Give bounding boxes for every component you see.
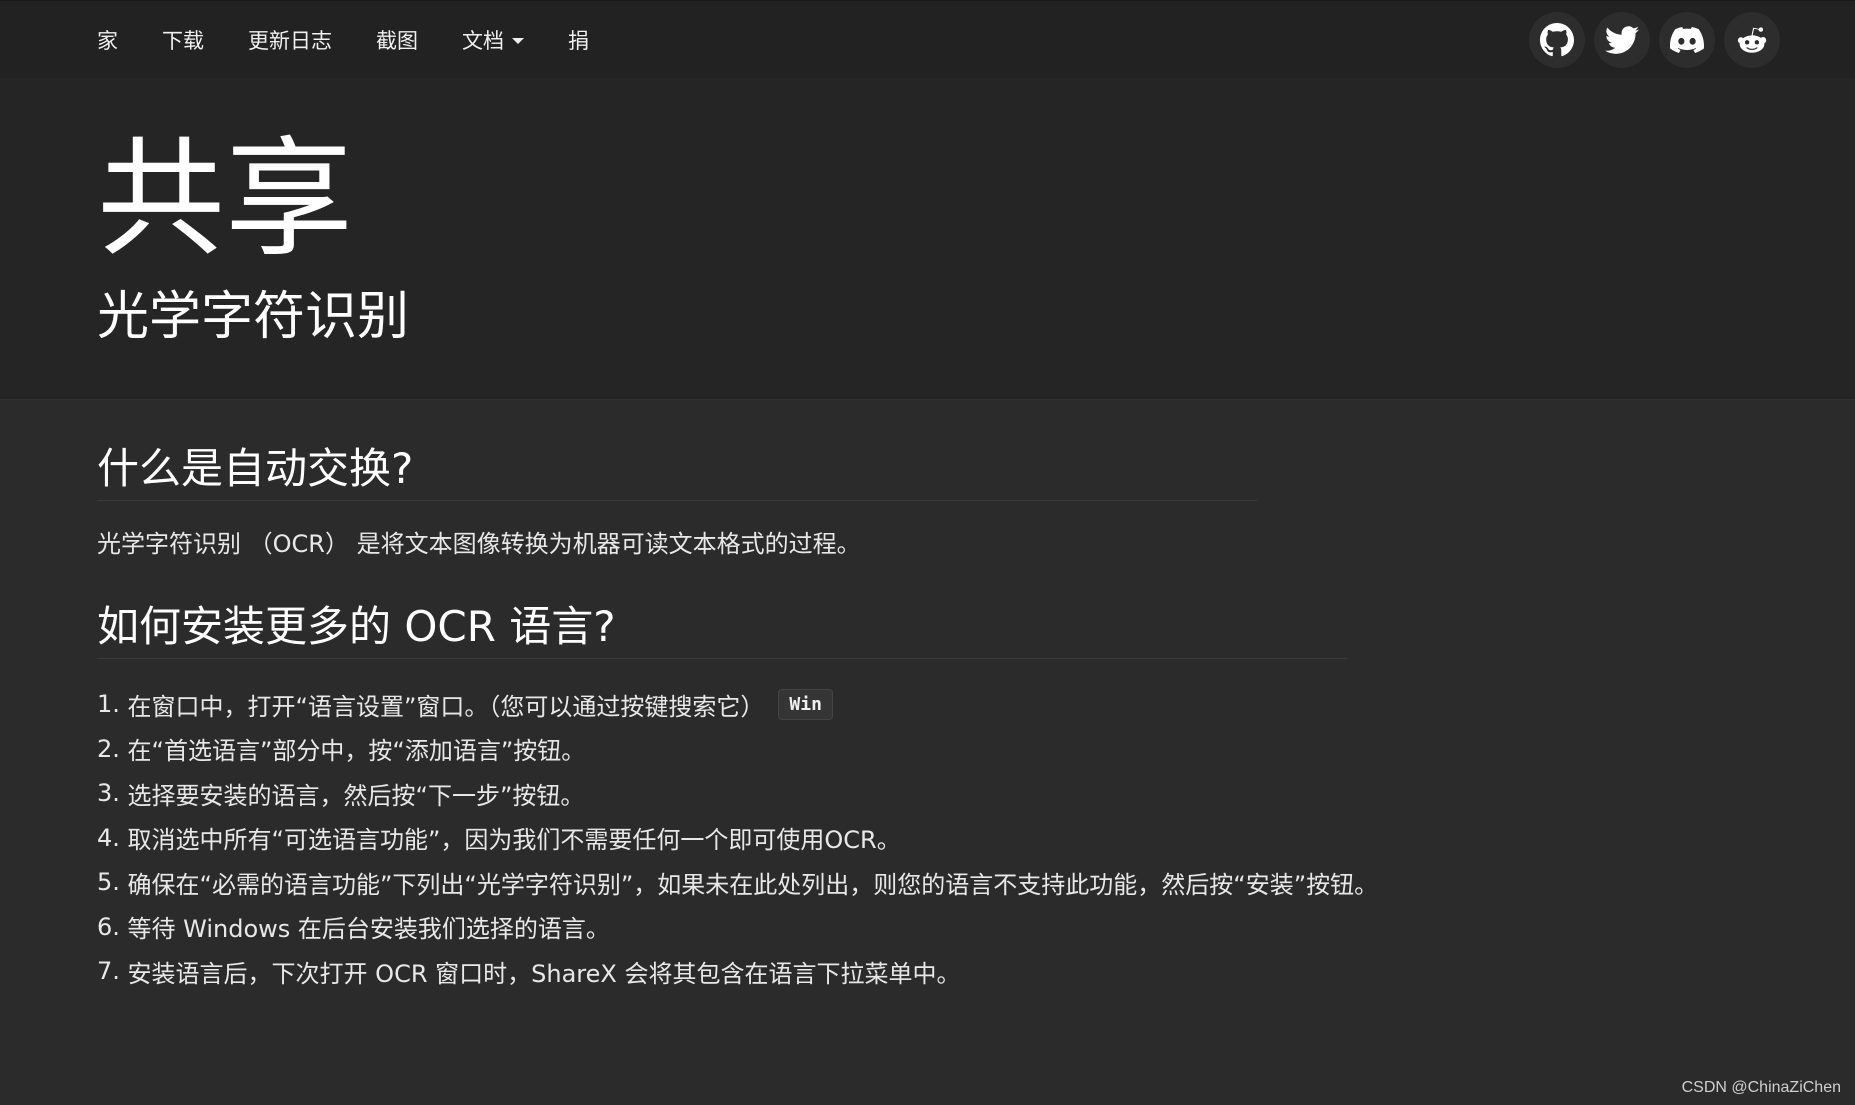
step-number: 2. bbox=[97, 734, 120, 763]
step-text: 在“首选语言”部分中，按“添加语言”按钮。 bbox=[127, 737, 586, 766]
step-text: 选择要安装的语言，然后按“下一步”按钮。 bbox=[127, 781, 585, 810]
nav-donate[interactable]: 捐 bbox=[568, 25, 589, 55]
page-subtitle: 光学字符识别 bbox=[97, 287, 410, 347]
section-heading-install-languages: 如何安装更多的 OCR 语言? bbox=[97, 602, 1347, 660]
watermark: CSDN @ChinaZiChen bbox=[1681, 1079, 1841, 1096]
list-item: 3. 选择要安装的语言，然后按“下一步”按钮。 bbox=[97, 771, 1378, 816]
step-number: 1. bbox=[97, 690, 120, 719]
step-number: 5. bbox=[97, 868, 120, 897]
nav-docs-label: 文档 bbox=[462, 28, 504, 53]
list-item: 6. 等待 Windows 在后台安装我们选择的语言。 bbox=[97, 905, 1378, 950]
discord-icon bbox=[1670, 27, 1704, 53]
list-item: 2. 在“首选语言”部分中，按“添加语言”按钮。 bbox=[97, 727, 1378, 772]
twitter-icon bbox=[1605, 26, 1639, 54]
github-link[interactable] bbox=[1529, 12, 1585, 68]
step-text: 安装语言后，下次打开 OCR 窗口时，ShareX 会将其包含在语言下拉菜单中。 bbox=[127, 959, 961, 988]
page-title: 共享 bbox=[97, 125, 354, 274]
list-item: 4. 取消选中所有“可选语言功能”，因为我们不需要任何一个即可使用OCR。 bbox=[97, 816, 1378, 861]
nav-docs-dropdown[interactable]: 文档 bbox=[462, 25, 524, 55]
step-number: 7. bbox=[97, 957, 120, 986]
list-item: 1. 在窗口中，打开“语言设置”窗口。（您可以通过按键搜索它） Win bbox=[97, 682, 1378, 727]
section-intro-text: 光学字符识别 （OCR） 是将文本图像转换为机器可读文本格式的过程。 bbox=[97, 530, 861, 558]
github-icon bbox=[1540, 23, 1574, 57]
win-key-badge: Win bbox=[778, 688, 833, 720]
step-text: 等待 Windows 在后台安装我们选择的语言。 bbox=[127, 915, 610, 944]
step-text: 取消选中所有“可选语言功能”，因为我们不需要任何一个即可使用OCR。 bbox=[127, 826, 901, 855]
step-number: 4. bbox=[97, 823, 120, 852]
social-links bbox=[1529, 12, 1780, 68]
list-item: 5. 确保在“必需的语言功能”下列出“光学字符识别”，如果未在此处列出，则您的语… bbox=[97, 860, 1378, 905]
step-number: 3. bbox=[97, 779, 120, 808]
nav-download[interactable]: 下载 bbox=[162, 25, 204, 55]
caret-down-icon bbox=[512, 38, 524, 44]
install-steps-list: 1. 在窗口中，打开“语言设置”窗口。（您可以通过按键搜索它） Win 2. 在… bbox=[97, 682, 1378, 994]
nav-changelog[interactable]: 更新日志 bbox=[248, 25, 332, 55]
reddit-link[interactable] bbox=[1724, 12, 1780, 68]
hero: 共享 光学字符识别 bbox=[0, 78, 1855, 400]
step-text: 在窗口中，打开“语言设置”窗口。（您可以通过按键搜索它） bbox=[127, 692, 765, 721]
list-item: 7. 安装语言后，下次打开 OCR 窗口时，ShareX 会将其包含在语言下拉菜… bbox=[97, 949, 1378, 994]
navbar: 家 下载 更新日志 截图 文档 捐 bbox=[0, 1, 1855, 78]
section-heading-what-is: 什么是自动交换? bbox=[97, 444, 1257, 502]
nav-screenshots[interactable]: 截图 bbox=[376, 25, 418, 55]
discord-link[interactable] bbox=[1659, 12, 1715, 68]
step-number: 6. bbox=[97, 912, 120, 941]
twitter-link[interactable] bbox=[1594, 12, 1650, 68]
reddit-icon bbox=[1737, 27, 1767, 53]
nav-home[interactable]: 家 bbox=[97, 25, 118, 55]
step-text: 确保在“必需的语言功能”下列出“光学字符识别”，如果未在此处列出，则您的语言不支… bbox=[127, 870, 1379, 899]
